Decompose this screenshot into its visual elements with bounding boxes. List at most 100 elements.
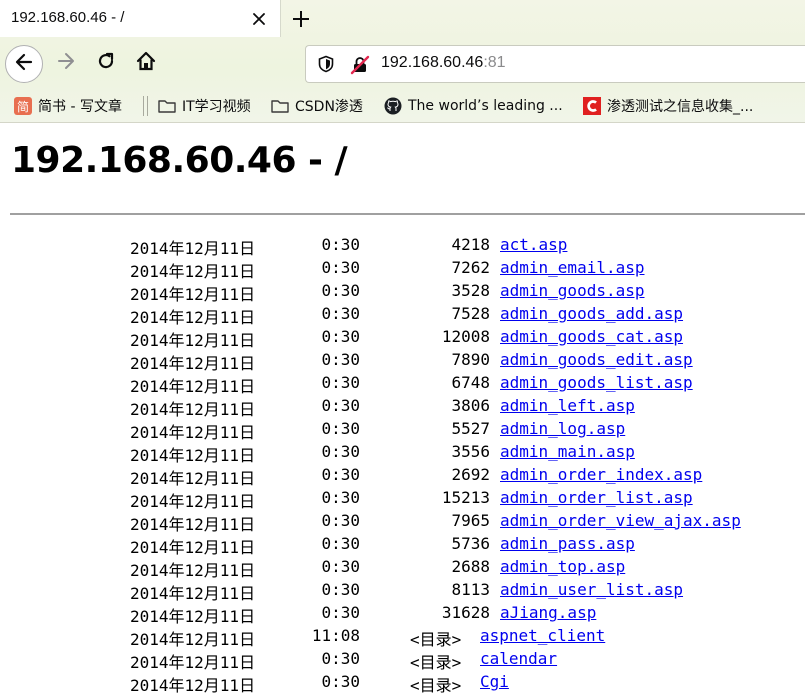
file-link[interactable]: admin_order_view_ajax.asp (500, 511, 741, 530)
bookmark-label: 渗透测试之信息收集_... (607, 99, 754, 115)
entry-time: 11:08 (311, 626, 360, 645)
entry-time: 0:30 (321, 396, 360, 415)
bookmark-github[interactable]: The world’s leading ... (384, 95, 563, 117)
jianshu-icon: 简 (14, 97, 32, 115)
file-link[interactable]: admin_order_index.asp (500, 465, 702, 484)
url-host: 192.168.60.46 (381, 54, 484, 71)
entry-size: 12008 (441, 327, 490, 346)
entry-date: 2014年12月11日 (130, 607, 256, 626)
entry-dir-tag: <目录> (410, 630, 462, 649)
new-tab-plus-icon[interactable] (288, 6, 314, 32)
url-bar[interactable]: 192.168.60.46:81 (305, 45, 805, 83)
entry-date: 2014年12月11日 (130, 584, 256, 603)
file-link[interactable]: admin_goods_add.asp (500, 304, 683, 323)
entry-time: 0:30 (321, 557, 360, 576)
file-link[interactable]: admin_log.asp (500, 419, 625, 438)
file-link[interactable]: admin_goods.asp (500, 281, 645, 300)
entry-date: 2014年12月11日 (130, 653, 256, 672)
page-content: 192.168.60.46 - / 2014年12月11日 0:30 4218 act… (0, 124, 805, 697)
tab-strip: 192.168.60.46 - / (0, 0, 805, 37)
entry-time: 0:30 (321, 672, 360, 691)
entry-time: 0:30 (321, 649, 360, 668)
github-icon (384, 97, 402, 115)
entry-time: 0:30 (321, 327, 360, 346)
file-link[interactable]: admin_pass.asp (500, 534, 635, 553)
entry-size: 2692 (451, 465, 490, 484)
file-link[interactable]: admin_goods_edit.asp (500, 350, 693, 369)
file-link[interactable]: admin_goods_cat.asp (500, 327, 683, 346)
bookmark-label: CSDN渗透 (295, 99, 363, 115)
url-text[interactable]: 192.168.60.46:81 (381, 54, 506, 72)
tracking-shield-icon[interactable] (317, 55, 335, 73)
file-link[interactable]: admin_email.asp (500, 258, 645, 277)
file-row: 2014年12月11日 0:30 5527 admin_log.asp (0, 419, 805, 442)
file-row: 2014年12月11日 0:30 7528 admin_goods_add.asp (0, 304, 805, 327)
file-row: 2014年12月11日 0:30 12008 admin_goods_cat.asp (0, 327, 805, 350)
file-row: 2014年12月11日 0:30 15213 admin_order_list.asp (0, 488, 805, 511)
bookmark-folder-it[interactable]: IT学习视频 (158, 95, 251, 117)
file-link[interactable]: admin_user_list.asp (500, 580, 683, 599)
entry-date: 2014年12月11日 (130, 469, 256, 488)
page-title: 192.168.60.46 - / (11, 140, 348, 181)
entry-size: 7965 (451, 511, 490, 530)
entry-time: 0:30 (321, 511, 360, 530)
entry-time: 0:30 (321, 304, 360, 323)
entry-date: 2014年12月11日 (130, 400, 256, 419)
file-link[interactable]: admin_main.asp (500, 442, 635, 461)
file-row: 2014年12月11日 0:30 3556 admin_main.asp (0, 442, 805, 465)
entry-size: 7528 (451, 304, 490, 323)
file-row: 2014年12月11日 0:30 8113 admin_user_list.asp (0, 580, 805, 603)
bookmark-jianshu[interactable]: 简 简书 - 写文章 (14, 95, 122, 117)
file-row: 2014年12月11日 0:30 7262 admin_email.asp (0, 258, 805, 281)
entry-size: 8113 (451, 580, 490, 599)
arrow-right-icon (56, 51, 76, 75)
reload-button[interactable] (92, 49, 120, 77)
entry-date: 2014年12月11日 (130, 354, 256, 373)
entry-time: 0:30 (321, 534, 360, 553)
directory-row: 2014年12月11日 11:08 <目录> aspnet_client (0, 626, 805, 649)
back-button[interactable] (5, 45, 43, 83)
file-link[interactable]: admin_order_list.asp (500, 488, 693, 507)
file-row: 2014年12月11日 0:30 3806 admin_left.asp (0, 396, 805, 419)
file-link[interactable]: admin_left.asp (500, 396, 635, 415)
entry-date: 2014年12月11日 (130, 262, 256, 281)
file-link[interactable]: act.asp (500, 235, 567, 254)
entry-time: 0:30 (321, 488, 360, 507)
bookmark-separator (143, 96, 144, 116)
directory-link[interactable]: aspnet_client (480, 626, 605, 645)
home-button[interactable] (132, 49, 160, 77)
url-port: :81 (483, 54, 506, 71)
forward-button[interactable] (52, 49, 80, 77)
directory-row: 2014年12月11日 0:30 <目录> Cgi (0, 672, 805, 695)
insecure-lock-icon[interactable] (350, 55, 370, 75)
entry-size: 5736 (451, 534, 490, 553)
file-link[interactable]: admin_top.asp (500, 557, 625, 576)
entry-date: 2014年12月11日 (130, 308, 256, 327)
bookmark-csdn-article[interactable]: 渗透测试之信息收集_... (583, 95, 753, 117)
file-row: 2014年12月11日 0:30 6748 admin_goods_list.asp (0, 373, 805, 396)
entry-size: 6748 (451, 373, 490, 392)
entry-time: 0:30 (321, 603, 360, 622)
file-link[interactable]: aJiang.asp (500, 603, 596, 622)
file-row: 2014年12月11日 0:30 31628 aJiang.asp (0, 603, 805, 626)
directory-link[interactable]: calendar (480, 649, 557, 668)
entry-time: 0:30 (321, 258, 360, 277)
entry-size: 15213 (441, 488, 490, 507)
entry-size: 3806 (451, 396, 490, 415)
close-icon[interactable] (247, 7, 271, 31)
entry-time: 0:30 (321, 442, 360, 461)
directory-link[interactable]: Cgi (480, 672, 509, 691)
horizontal-rule (10, 213, 805, 215)
tab-active[interactable]: 192.168.60.46 - / (0, 0, 281, 37)
bookmark-folder-csdn[interactable]: CSDN渗透 (271, 95, 363, 117)
file-row: 2014年12月11日 0:30 3528 admin_goods.asp (0, 281, 805, 304)
bookmarks-toolbar: 简 简书 - 写文章 IT学习视频 CSDN渗透 The world’s lea… (0, 89, 805, 123)
directory-row: 2014年12月11日 0:30 <目录> calendar (0, 649, 805, 672)
entry-date: 2014年12月11日 (130, 676, 256, 695)
entry-size: 5527 (451, 419, 490, 438)
file-row: 2014年12月11日 0:30 2688 admin_top.asp (0, 557, 805, 580)
bookmark-label: IT学习视频 (182, 99, 251, 115)
entry-date: 2014年12月11日 (130, 331, 256, 350)
file-link[interactable]: admin_goods_list.asp (500, 373, 693, 392)
entry-size: 3556 (451, 442, 490, 461)
